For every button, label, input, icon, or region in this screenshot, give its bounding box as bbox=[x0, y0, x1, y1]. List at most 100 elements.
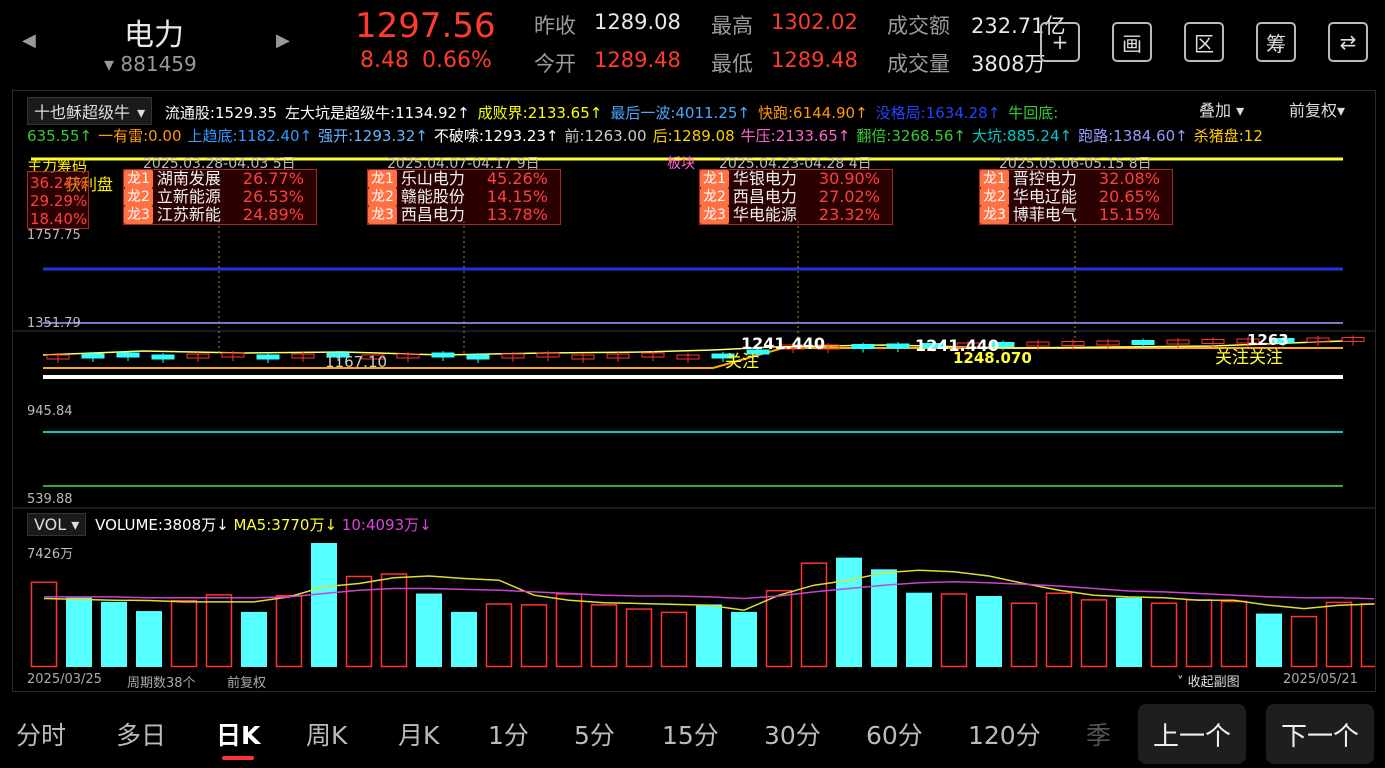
range-icon[interactable]: 区 bbox=[1184, 22, 1224, 62]
dragon-stock-name[interactable]: 华银电力 bbox=[733, 170, 813, 188]
volume-bar-up bbox=[800, 562, 828, 668]
volume-bar-up bbox=[1220, 600, 1248, 668]
tab-120分[interactable]: 120分 bbox=[968, 716, 1041, 752]
dragon-stock-pct: 13.78% bbox=[486, 205, 548, 224]
adjust-label: 前复权 bbox=[1289, 101, 1338, 120]
tab-分时[interactable]: 分时 bbox=[16, 716, 66, 752]
quote-header: ◀ 电力 ▾ 881459 ▶ 1297.56 8.48 0.66% 昨收 128… bbox=[0, 0, 1385, 88]
dragon-stock-name[interactable]: 湖南发展 bbox=[157, 170, 237, 188]
stat-label: 成交量 bbox=[887, 52, 950, 76]
volume-bar-down bbox=[731, 611, 757, 667]
dragon-rank-badge: 龙3 bbox=[980, 206, 1009, 224]
overlay-dropdown[interactable]: 叠加 ▾ bbox=[1199, 97, 1244, 121]
dragon-stock-pct: 23.32% bbox=[818, 205, 880, 224]
prev-button[interactable]: 上一个 bbox=[1138, 704, 1246, 764]
stat-value: 1302.02 bbox=[771, 10, 858, 34]
collapse-label: 收起副图 bbox=[1187, 675, 1240, 690]
chips-pct: 36.24% bbox=[30, 174, 88, 192]
dragon-stock-name[interactable]: 华电能源 bbox=[733, 206, 813, 224]
start-date: 2025/03/25 bbox=[27, 672, 102, 687]
dragon-stock-name[interactable]: 江苏新能 bbox=[157, 206, 237, 224]
tab-月K[interactable]: 月K bbox=[398, 716, 439, 752]
volume-bar-down bbox=[136, 611, 162, 667]
tab-季[interactable]: 季 bbox=[1086, 716, 1111, 752]
next-button[interactable]: 下一个 bbox=[1266, 704, 1374, 764]
phone-switch-icon[interactable]: ⇄ bbox=[1328, 22, 1368, 62]
ma10-value: 10:4093万↓ bbox=[341, 516, 432, 534]
dragon-rank-badge: 龙3 bbox=[368, 206, 397, 224]
volume-ma5-line bbox=[43, 569, 1375, 611]
price-change-pct: 0.66% bbox=[422, 48, 492, 73]
indicator-selector-label: 十也稣超级牛 bbox=[34, 103, 131, 122]
volume-bar-up bbox=[1185, 599, 1213, 668]
indicator-selector[interactable]: 十也稣超级牛 ▾ bbox=[27, 97, 153, 125]
adjust-dropdown[interactable]: 前复权▾ bbox=[1289, 97, 1345, 121]
mid-mark: 1248.070 bbox=[953, 349, 1032, 367]
volume-bar-up bbox=[940, 593, 968, 668]
indicator-value: 跑路:1384.60↑ bbox=[1078, 127, 1188, 145]
tab-日K[interactable]: 日K bbox=[216, 716, 260, 752]
tab-30分[interactable]: 30分 bbox=[764, 716, 821, 752]
chips-icon[interactable]: 筹 bbox=[1256, 22, 1296, 62]
period-count: 周期数38个 bbox=[127, 676, 196, 691]
dragon-row: 龙1 乐山电力 45.26% bbox=[368, 170, 560, 188]
volume-bar-up bbox=[170, 599, 198, 668]
stock-code-dropdown[interactable]: ▾ 881459 bbox=[104, 52, 197, 76]
volume-bar-up bbox=[625, 608, 653, 668]
tab-5分[interactable]: 5分 bbox=[574, 716, 615, 752]
candle-body bbox=[851, 344, 875, 349]
volume-bar-up bbox=[1045, 592, 1073, 668]
dragon-stock-name[interactable]: 赣能股份 bbox=[401, 188, 481, 206]
volume-bar-down bbox=[976, 596, 1002, 667]
volume-bar-down bbox=[241, 611, 267, 667]
dragon-stock-pct: 32.08% bbox=[1098, 169, 1160, 188]
tab-多日[interactable]: 多日 bbox=[116, 716, 166, 752]
indicator-value: 流通股:1529.35 bbox=[164, 104, 278, 122]
tab-1分[interactable]: 1分 bbox=[488, 716, 529, 752]
indicator-value: 没格局:1634.28↑ bbox=[875, 104, 1001, 122]
plus-icon[interactable]: + bbox=[1040, 22, 1080, 62]
dragon-row: 龙2 立新能源 26.53% bbox=[124, 188, 316, 206]
tab-60分[interactable]: 60分 bbox=[866, 716, 923, 752]
dragon-stock-pct: 26.77% bbox=[242, 169, 304, 188]
indicator-value: 左大坑是超级牛:1134.92↑ bbox=[285, 104, 470, 122]
tab-15分[interactable]: 15分 bbox=[662, 716, 719, 752]
dragon-stock-name[interactable]: 博菲电气 bbox=[1013, 206, 1093, 224]
indicator-value: 635.55↑ bbox=[27, 127, 93, 145]
dragon-rank-badge: 龙3 bbox=[700, 206, 729, 224]
dragon-stock-name[interactable]: 晋控电力 bbox=[1013, 170, 1093, 188]
chips-box: 36.24% 29.29% 18.40% bbox=[27, 171, 89, 229]
dragon-row: 龙3 西昌电力 13.78% bbox=[368, 206, 560, 224]
tab-周K[interactable]: 周K bbox=[306, 716, 347, 752]
dragon-stock-name[interactable]: 西昌电力 bbox=[733, 188, 813, 206]
indicator-value: 上趋底:1182.40↑ bbox=[187, 127, 313, 145]
volume-ma10-line bbox=[44, 581, 1375, 600]
collapse-subchart-button[interactable]: ˅ 收起副图 bbox=[1177, 671, 1240, 690]
dragon-stock-name[interactable]: 立新能源 bbox=[157, 188, 237, 206]
last-price: 1297.56 bbox=[355, 6, 496, 46]
volume-bar-up bbox=[590, 604, 618, 668]
dragon-rank-badge: 龙2 bbox=[980, 188, 1009, 206]
volume-chart[interactable] bbox=[13, 543, 1375, 669]
stock-code: 881459 bbox=[120, 52, 197, 76]
dragon-stock-pct: 26.53% bbox=[242, 187, 304, 206]
dragon-row: 龙2 华电辽能 20.65% bbox=[980, 188, 1172, 206]
dragon-rank-badge: 龙3 bbox=[124, 206, 153, 224]
volume-bar-up bbox=[660, 611, 688, 668]
next-stock-arrow-icon[interactable]: ▶ bbox=[276, 30, 290, 51]
dragon-row: 龙1 湖南发展 26.77% bbox=[124, 170, 316, 188]
draw-icon[interactable]: 画 bbox=[1112, 22, 1152, 62]
volume-selector[interactable]: VOL ▾ bbox=[27, 513, 87, 536]
dragon-row: 龙1 晋控电力 32.08% bbox=[980, 170, 1172, 188]
indicator-value: 成败界:2133.65↑ bbox=[477, 104, 603, 122]
volume-value: VOLUME:3808万↓ bbox=[95, 516, 229, 534]
dragon-stock-name[interactable]: 华电辽能 bbox=[1013, 188, 1093, 206]
overlay-label: 叠加 bbox=[1199, 101, 1232, 120]
indicator-values-1: 流通股:1529.35 左大坑是超级牛:1134.92↑ 成败界:2133.65↑ 最… bbox=[159, 104, 1060, 122]
focus-label: 关注关注 bbox=[1215, 348, 1283, 368]
volume-bar-up bbox=[485, 603, 513, 668]
prev-stock-arrow-icon[interactable]: ◀ bbox=[22, 30, 36, 51]
dragon-stock-name[interactable]: 乐山电力 bbox=[401, 170, 481, 188]
dragon-stock-name[interactable]: 西昌电力 bbox=[401, 206, 481, 224]
stat-value: 1289.48 bbox=[594, 48, 681, 72]
